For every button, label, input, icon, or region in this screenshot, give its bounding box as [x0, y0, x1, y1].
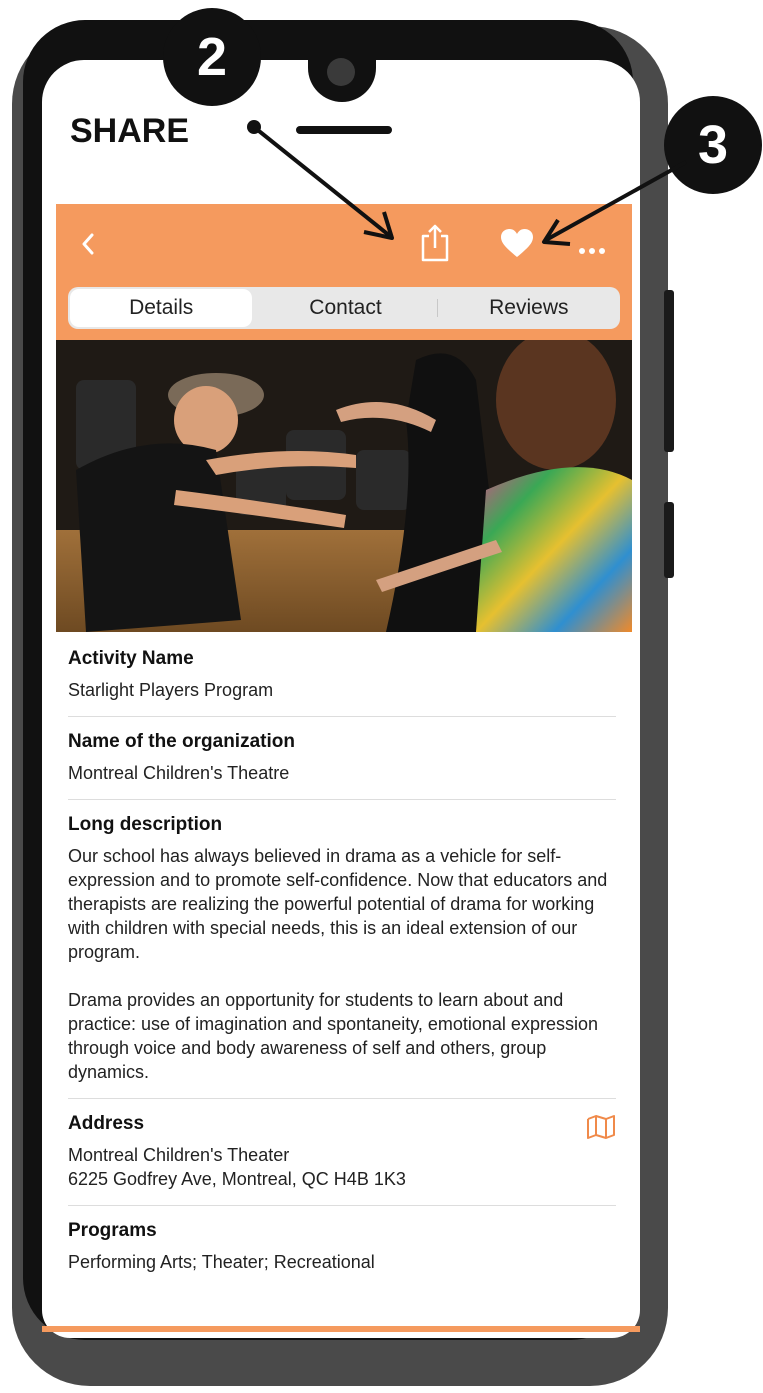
annotation-arrows — [247, 120, 687, 246]
